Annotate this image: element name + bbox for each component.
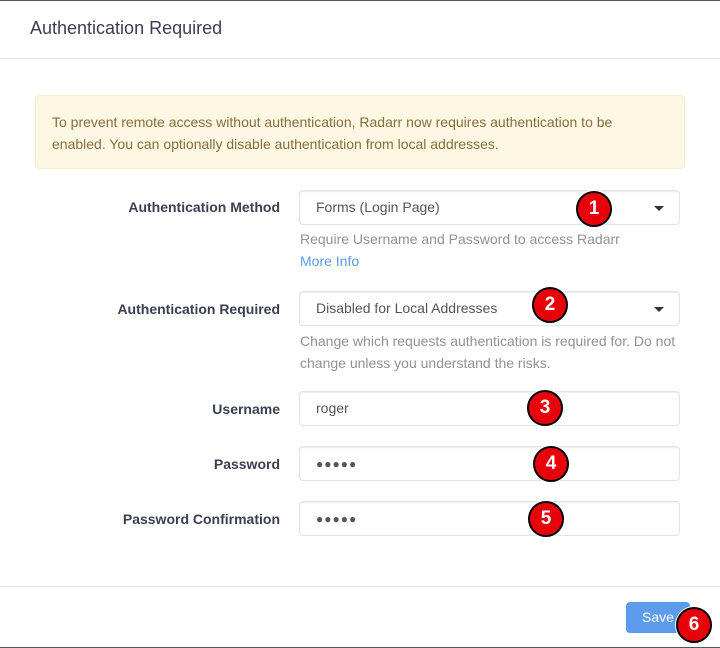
auth-required-help: Change which requests authentication is … (300, 333, 676, 371)
auth-method-value: Forms (Login Page) (316, 199, 440, 215)
password-confirmation-input[interactable]: ●●●●● (299, 501, 680, 536)
annotation-badge-4: 4 (533, 446, 569, 482)
annotation-badge-1: 1 (576, 191, 612, 227)
annotation-badge-5: 5 (528, 501, 564, 537)
annotation-badge-6: 6 (676, 607, 712, 643)
warning-alert: To prevent remote access without authent… (35, 95, 685, 169)
auth-required-label: Authentication Required (117, 301, 280, 317)
auth-method-label: Authentication Method (128, 199, 280, 215)
password-value: ●●●●● (316, 457, 358, 471)
password-confirmation-value: ●●●●● (316, 512, 358, 526)
authentication-modal: Authentication Required To prevent remot… (0, 0, 720, 648)
username-value: roger (316, 400, 349, 416)
caret-down-icon (654, 307, 664, 312)
password-input[interactable]: ●●●●● (299, 446, 680, 481)
auth-method-help-text: Require Username and Password to access … (300, 231, 620, 247)
more-info-link[interactable]: More Info (300, 250, 684, 272)
auth-method-help: Require Username and Password to access … (300, 228, 684, 272)
username-input[interactable]: roger (299, 391, 680, 426)
auth-method-select[interactable]: Forms (Login Page) (299, 190, 680, 225)
password-label: Password (213, 456, 280, 472)
modal-header: Authentication Required (0, 1, 720, 59)
auth-required-select[interactable]: Disabled for Local Addresses (299, 291, 680, 326)
username-label: Username (212, 401, 280, 417)
annotation-badge-2: 2 (532, 287, 568, 323)
modal-footer (0, 586, 720, 648)
password-confirmation-label: Password Confirmation (122, 511, 280, 527)
auth-required-value: Disabled for Local Addresses (316, 300, 498, 316)
modal-title: Authentication Required (30, 18, 223, 38)
caret-down-icon (654, 206, 664, 211)
annotation-badge-3: 3 (527, 390, 563, 426)
